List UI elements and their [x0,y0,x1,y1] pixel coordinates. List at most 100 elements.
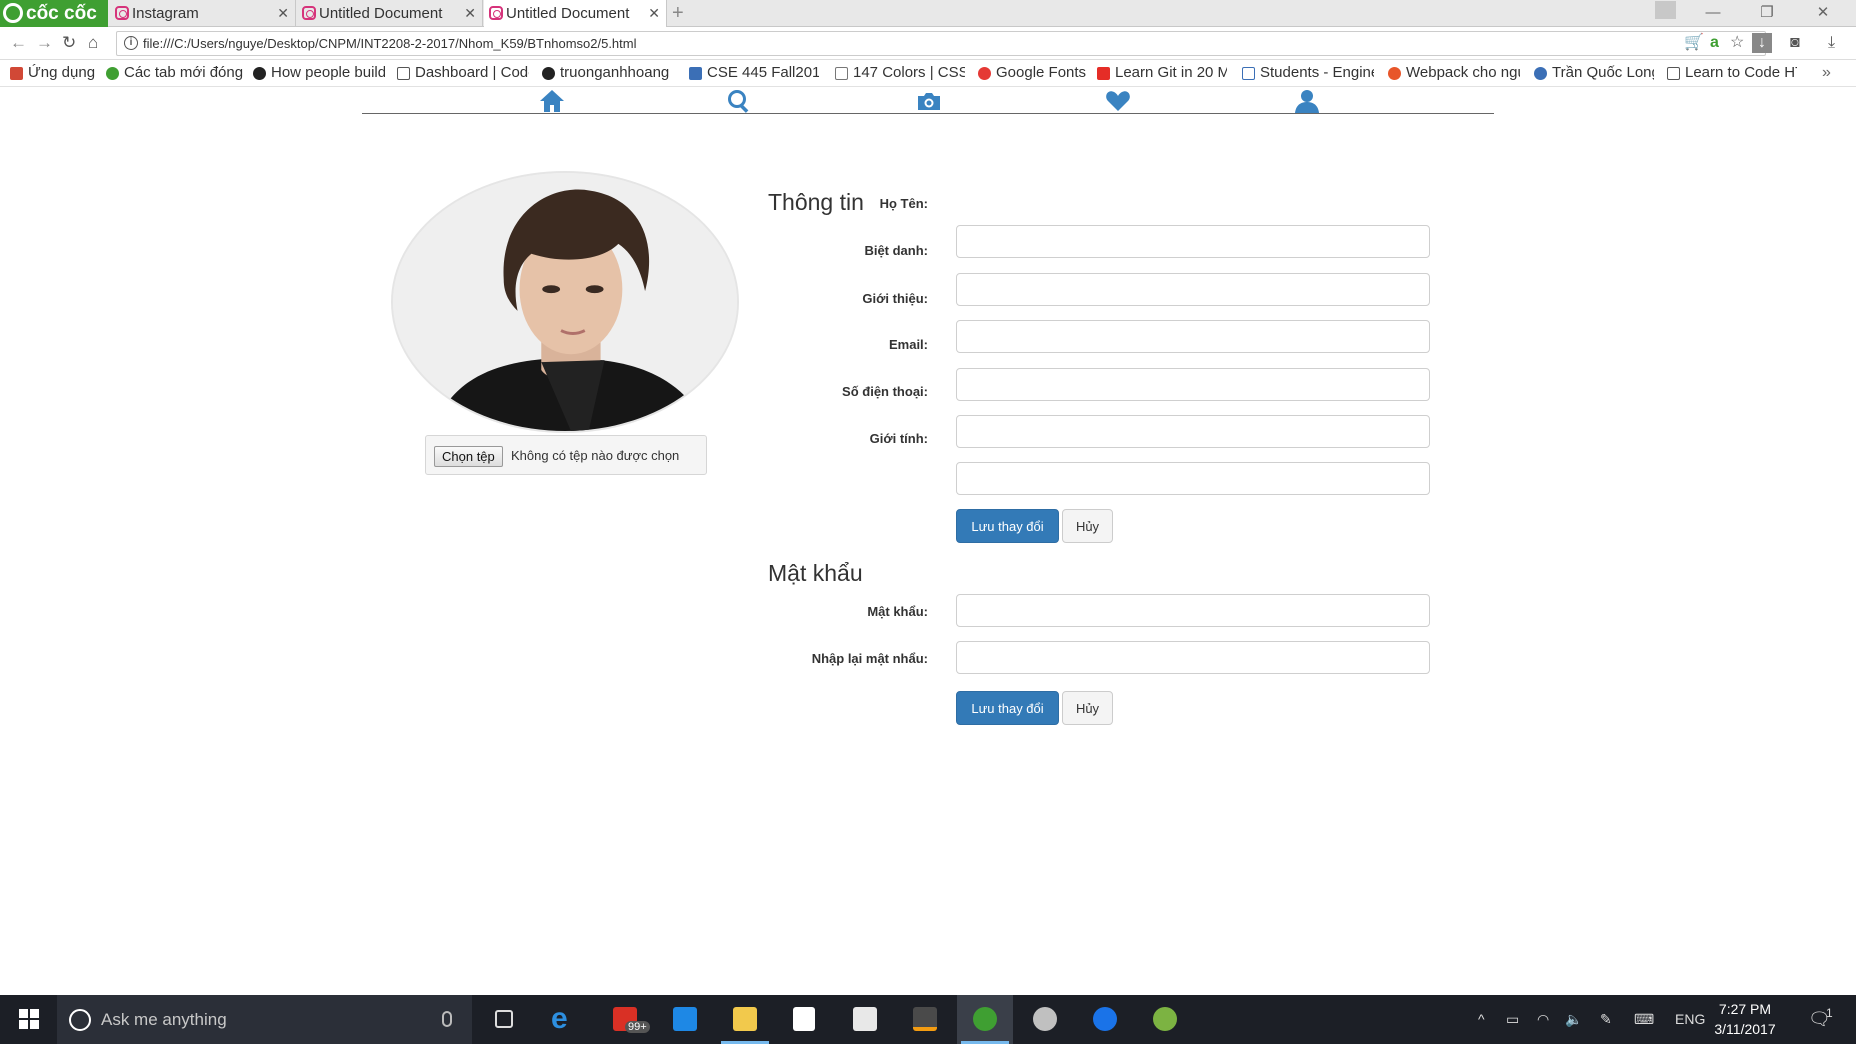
window-icon [1242,67,1255,80]
coccoc-logo-icon [3,3,23,23]
download-extension-icon[interactable]: ↓ [1752,33,1772,53]
heart-icon[interactable] [1105,89,1131,113]
bookmark-cse445[interactable]: CSE 445 Fall2016 [689,60,819,87]
confirm-password-label: Nhập lại mật nhẩu: [811,651,928,666]
file-explorer-icon[interactable] [717,995,773,1044]
gender-label: Giới tính: [869,431,928,446]
windows-start-button[interactable] [0,995,57,1044]
camera-icon[interactable] [916,89,942,113]
user-icon[interactable] [1294,89,1320,113]
password-input[interactable] [956,594,1430,627]
bookmark-webpack[interactable]: Webpack cho ngư [1388,60,1520,87]
nickname-input[interactable] [956,273,1430,306]
cart-icon[interactable]: 🛒 [1684,33,1704,53]
code-icon [1667,67,1680,80]
screenshot-icon[interactable]: ◙ [1790,33,1800,53]
apps-grid-icon [10,67,23,80]
bookmark-learn-git[interactable]: Learn Git in 20 M [1097,60,1227,87]
cancel-password-button[interactable]: Hủy [1062,691,1113,725]
url-input[interactable]: i file:///C:/Users/nguye/Desktop/CNPM/IN… [116,31,1766,56]
reload-icon[interactable]: ↻ [62,31,76,55]
home-button-icon[interactable]: ⌂ [88,31,98,55]
save-password-button[interactable]: Lưu thay đổi [956,691,1059,725]
chrome-like-icon[interactable] [1137,995,1193,1044]
bookmark-label: Students - Engine [1260,64,1374,81]
tab-untitled-active[interactable]: Untitled Document ✕ [484,0,667,28]
cancel-info-button[interactable]: Hủy [1062,509,1113,543]
cortana-icon [69,1009,91,1031]
profile-icon[interactable] [1655,1,1676,19]
bookmark-students[interactable]: Students - Engine [1242,60,1374,87]
tab-title: Untitled Document [319,5,443,22]
github-icon [253,67,266,80]
home-icon[interactable] [539,89,565,113]
browser-brand[interactable]: cốc cốc [0,0,108,27]
profile-avatar [391,171,739,433]
task-view-icon[interactable] [476,995,532,1044]
close-window-button[interactable]: ✕ [1800,0,1846,26]
microphone-icon[interactable] [442,1011,452,1027]
bookmark-147-colors[interactable]: 147 Colors | CSS [835,60,965,87]
browser-brand-label: cốc cốc [26,3,97,24]
star-icon[interactable]: ☆ [1730,33,1744,53]
bio-input[interactable] [956,320,1430,353]
sublime-icon[interactable] [897,995,953,1044]
bookmark-label: truonganhhoang [560,64,670,81]
cortana-search-box[interactable]: Ask me anything [57,995,472,1044]
minimize-button[interactable]: — [1690,0,1736,26]
keyboard-icon[interactable]: ⌨ [1634,995,1654,1044]
badge-count: 99+ [625,1021,650,1033]
bookmark-truonganhhoang[interactable]: truonganhhoang [542,60,674,87]
restore-button[interactable]: ❐ [1744,0,1790,26]
coccoc-extension-icon[interactable]: a [1710,33,1719,53]
clock[interactable]: 7:27 PM 3/11/2017 [1700,999,1790,1039]
windows-logo-icon [19,1009,39,1029]
edge-icon[interactable]: e [535,995,591,1044]
bookmark-apps[interactable]: Ứng dụng [10,60,100,87]
bookmark-learn-to-code[interactable]: Learn to Code HT [1667,60,1797,87]
bookmark-label: CSE 445 Fall2016 [707,64,819,81]
volume-icon[interactable]: 🔈 [1565,995,1582,1044]
downloads-icon[interactable]: ⤓ [1828,33,1835,53]
file-status-text: Không có tệp nào được chọn [511,448,680,463]
close-icon[interactable]: ✕ [464,0,476,27]
tab-title: Untitled Document [506,5,630,22]
tab-instagram[interactable]: Instagram ✕ [110,0,296,27]
bookmark-how-people-build[interactable]: How people build [253,60,385,87]
paint-icon[interactable] [1017,995,1073,1044]
new-tab-button[interactable]: + [672,0,684,27]
password-label: Mật khẩu: [867,604,928,619]
globe-icon [1534,67,1547,80]
battery-icon[interactable]: ▭ [1506,995,1519,1044]
fullname-input[interactable] [956,225,1430,258]
email-input[interactable] [956,368,1430,401]
notifications-count: 1 [1826,1006,1833,1020]
gender-input[interactable] [956,462,1430,495]
forward-arrow-icon[interactable]: → [36,31,53,55]
search-icon[interactable] [727,89,753,113]
wifi-icon[interactable]: ◠ [1537,995,1549,1044]
clock-date: 3/11/2017 [1714,1021,1776,1037]
save-info-button[interactable]: Lưu thay đổi [956,509,1059,543]
phone-input[interactable] [956,415,1430,448]
pen-icon[interactable]: ✎ [1600,995,1612,1044]
mail-badge-icon[interactable]: 99+ [597,995,653,1044]
office-icon[interactable] [837,995,893,1044]
confirm-password-input[interactable] [956,641,1430,674]
instagram-app-icon[interactable] [657,995,713,1044]
teamviewer-icon[interactable] [1077,995,1133,1044]
bookmark-dashboard[interactable]: Dashboard | Code [397,60,529,87]
close-icon[interactable]: ✕ [277,0,289,27]
tray-chevron-icon[interactable]: ^ [1478,995,1485,1044]
store-icon[interactable] [777,995,833,1044]
choose-file-button[interactable]: Chọn tệp [434,446,503,467]
back-arrow-icon[interactable]: ← [10,31,27,55]
bookmark-tran-quoc-long[interactable]: Trần Quốc Long [1534,60,1654,87]
close-icon[interactable]: ✕ [648,0,660,27]
coccoc-icon[interactable] [957,995,1013,1044]
bookmark-google-fonts[interactable]: Google Fonts [978,60,1088,87]
tab-untitled-1[interactable]: Untitled Document ✕ [297,0,483,27]
bookmarks-overflow-button[interactable]: » [1822,60,1831,86]
info-icon[interactable]: i [124,36,138,50]
bookmark-recent-tabs[interactable]: Các tab mới đóng [106,60,246,87]
